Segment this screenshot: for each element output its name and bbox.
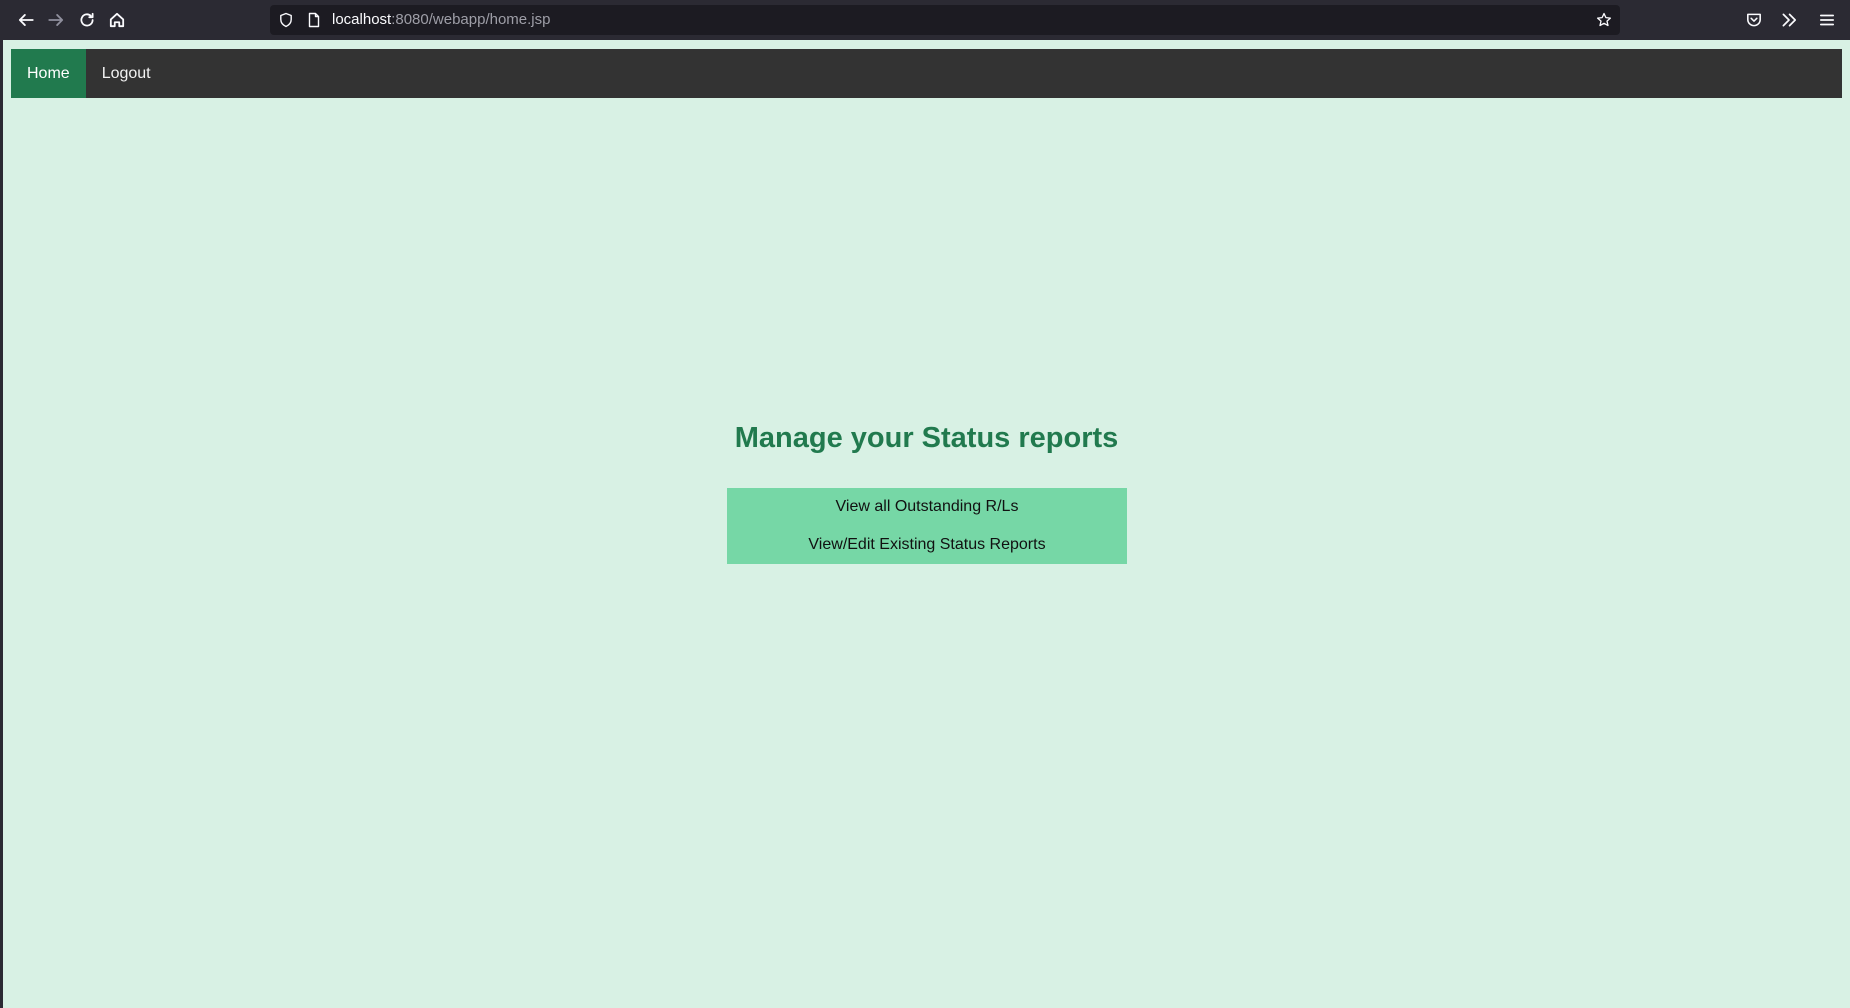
back-arrow-icon[interactable] (14, 8, 38, 32)
url-path: :8080/webapp/home.jsp (391, 11, 551, 28)
top-navbar: Home Logout (11, 49, 1842, 98)
page-icon[interactable] (306, 12, 322, 28)
page-title: Manage your Status reports (734, 422, 1119, 454)
action-button-panel: View all Outstanding R/Ls View/Edit Exis… (727, 488, 1127, 564)
home-icon[interactable] (105, 8, 129, 32)
view-outstanding-rls-button[interactable]: View all Outstanding R/Ls (727, 488, 1127, 526)
shield-icon[interactable] (278, 12, 294, 28)
url-bar[interactable]: localhost:8080/webapp/home.jsp (270, 5, 1620, 35)
url-text[interactable]: localhost:8080/webapp/home.jsp (332, 5, 550, 35)
browser-toolbar: localhost:8080/webapp/home.jsp (0, 0, 1850, 40)
page-viewport: Home Logout Manage your Status reports V… (3, 40, 1850, 1008)
nav-home-link[interactable]: Home (11, 49, 86, 98)
url-host: localhost (332, 11, 392, 28)
view-edit-status-reports-button[interactable]: View/Edit Existing Status Reports (727, 526, 1127, 564)
star-icon[interactable] (1596, 12, 1612, 28)
chevrons-right-icon[interactable] (1777, 8, 1801, 32)
nav-logout-link[interactable]: Logout (86, 49, 167, 98)
hamburger-menu-icon[interactable] (1815, 8, 1839, 32)
reload-icon[interactable] (75, 8, 99, 32)
pocket-icon[interactable] (1742, 8, 1766, 32)
forward-arrow-icon[interactable] (44, 8, 68, 32)
